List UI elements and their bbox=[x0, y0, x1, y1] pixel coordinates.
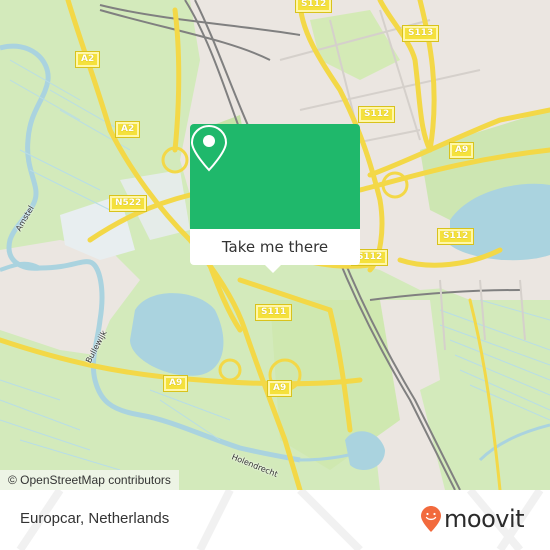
popup-header bbox=[190, 124, 360, 229]
map-attribution[interactable]: © OpenStreetMap contributors bbox=[0, 470, 179, 490]
moovit-pin-icon bbox=[421, 506, 441, 532]
road-label-n522: N522 bbox=[108, 195, 148, 212]
road-label-a2: A2 bbox=[114, 121, 141, 138]
map-pin-icon bbox=[190, 124, 228, 172]
moovit-wordmark: moovit bbox=[444, 505, 525, 533]
road-label-s112: S112 bbox=[436, 228, 475, 245]
road-label-s113: S113 bbox=[401, 25, 440, 42]
road-label-s111: S111 bbox=[254, 304, 293, 321]
footer: Europcar, Netherlands moovit bbox=[0, 490, 550, 550]
location-popup: Take me there bbox=[190, 124, 360, 273]
road-label-a9: A9 bbox=[266, 380, 293, 397]
road-label-a9: A9 bbox=[162, 375, 189, 392]
road-label-a2: A2 bbox=[74, 51, 101, 68]
road-label-s112: S112 bbox=[357, 106, 396, 123]
map[interactable]: A2 A2 N522 S112 S113 S112 A9 S112 S112 S… bbox=[0, 0, 550, 490]
moovit-logo[interactable]: moovit bbox=[420, 504, 525, 534]
popup-pointer bbox=[264, 264, 282, 273]
place-name: Europcar, Netherlands bbox=[20, 510, 170, 527]
road-label-a9: A9 bbox=[448, 142, 475, 159]
take-me-there-button[interactable]: Take me there bbox=[190, 229, 360, 265]
road-label-s112: S112 bbox=[294, 0, 333, 13]
